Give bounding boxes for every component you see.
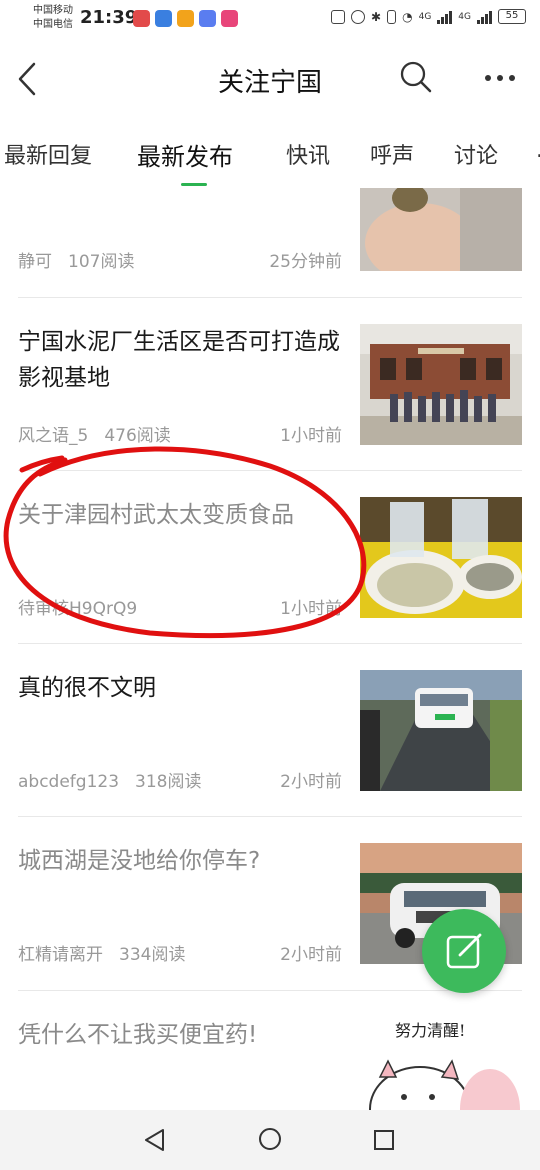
item-divider <box>18 297 522 298</box>
nfc-icon <box>331 9 346 24</box>
app-notification-icon <box>199 10 216 27</box>
search-icon <box>400 61 432 93</box>
tab-latest-reply[interactable]: 最新回复 <box>4 138 92 170</box>
carrier-labels: 中国移动 中国电信 <box>33 4 73 32</box>
category-tabs: 最新回复 最新发布 快讯 呼声 讨论 ... <box>0 128 540 188</box>
post-meta: 静可 107阅读 <box>18 247 150 272</box>
tab-overflow[interactable]: ... <box>536 138 540 163</box>
item-divider <box>18 816 522 817</box>
post-title: 关于津园村武太太变质食品 <box>18 502 294 528</box>
post-text: 真的很不文明 <box>18 670 348 706</box>
post-author: 静可 <box>18 252 52 272</box>
post-time: 25分钟前 <box>269 252 342 272</box>
status-bar: 中国移动 中国电信 21:39 ✱ ◔ 4G 4G 55 <box>0 0 540 40</box>
post-meta: 待审核H9QrQ9 <box>18 594 153 619</box>
system-icons: ✱ ◔ 4G 4G 55 <box>331 9 526 24</box>
post-author: 待审核H9QrQ9 <box>18 599 138 619</box>
active-tab-indicator <box>181 183 207 186</box>
post-author: 风之语_5 <box>18 426 89 446</box>
post-text: 宁国水泥厂生活区是否可打造成影视基地 <box>18 324 348 396</box>
carrier-1: 中国移动 <box>33 5 73 16</box>
page-title: 关注宁国 <box>217 68 322 98</box>
app-screen: 中国移动 中国电信 21:39 ✱ ◔ 4G 4G 55 关注宁国 最新回复 最… <box>0 0 540 1170</box>
post-title: 凭什么不让我买便宜药! <box>18 1022 258 1048</box>
post-reads: 476阅读 <box>104 426 171 446</box>
list-item[interactable]: 宁国水泥厂生活区是否可打造成影视基地 风之语_5 476阅读 1小时前 <box>18 324 522 454</box>
notification-icons <box>133 10 238 27</box>
list-item[interactable]: 真的很不文明 abcdefg123 318阅读 2小时前 <box>18 670 522 800</box>
post-text: 城西湖是没地给你停车? <box>18 843 348 879</box>
carrier-2: 中国电信 <box>33 19 73 30</box>
alarm-icon <box>351 9 366 24</box>
post-meta: 杠精请离开 334阅读 <box>18 940 201 965</box>
search-button[interactable] <box>399 60 433 94</box>
network-type-1: 4G <box>418 11 432 22</box>
nav-recent-apps-icon[interactable] <box>373 1129 395 1151</box>
tab-news-flash[interactable]: 快讯 <box>286 138 330 170</box>
bluetooth-icon: ✱ <box>371 9 382 24</box>
post-title: 城西湖是没地给你停车? <box>18 848 261 874</box>
tab-voices[interactable]: 呼声 <box>370 138 414 170</box>
signal-icon <box>477 10 492 24</box>
post-text: 凭什么不让我买便宜药! <box>18 1017 348 1053</box>
post-author: 杠精请离开 <box>18 945 103 965</box>
battery-icon: 55 <box>498 9 526 24</box>
list-item[interactable]: 关于津园村武太太变质食品 待审核H9QrQ9 1小时前 <box>18 497 522 627</box>
post-author: abcdefg123 <box>18 772 120 792</box>
signal-icon <box>437 10 453 24</box>
network-type-2: 4G <box>458 11 471 22</box>
post-time: 1小时前 <box>280 426 342 446</box>
post-text: 关于津园村武太太变质食品 <box>18 497 348 533</box>
post-thumbnail <box>360 188 522 271</box>
post-thumbnail <box>360 324 522 445</box>
tab-discussion[interactable]: 讨论 <box>454 138 498 170</box>
post-reads: 334阅读 <box>119 945 186 965</box>
vibrate-icon <box>387 9 397 24</box>
compose-post-button[interactable] <box>422 909 506 993</box>
post-title: 宁国水泥厂生活区是否可打造成影视基地 <box>18 329 340 391</box>
system-nav-bar <box>0 1110 540 1170</box>
post-title: 真的很不文明 <box>18 675 156 701</box>
post-thumbnail <box>360 497 522 618</box>
edit-icon <box>446 933 482 969</box>
list-item[interactable]: 凭什么不让我买便宜药! 努力清醒! <box>18 1017 522 1110</box>
post-thumbnail <box>360 670 522 791</box>
wifi-icon: ◔ <box>402 9 413 24</box>
top-app-bar: 关注宁国 <box>0 50 540 110</box>
post-reads: 107阅读 <box>68 252 135 272</box>
post-meta: abcdefg123 318阅读 <box>18 767 217 792</box>
tab-latest-post[interactable]: 最新发布 <box>137 137 233 172</box>
app-notification-icon <box>155 10 172 27</box>
more-options-button[interactable] <box>482 64 518 92</box>
status-time: 21:39 <box>80 7 138 28</box>
item-divider <box>18 643 522 644</box>
app-notification-icon <box>133 10 150 27</box>
sticker-text: 努力清醒! <box>395 1021 466 1040</box>
app-notification-icon <box>177 10 194 27</box>
more-dots-icon <box>485 75 515 81</box>
post-time: 2小时前 <box>280 772 342 792</box>
post-meta: 风之语_5 476阅读 <box>18 421 187 446</box>
post-time: 2小时前 <box>280 945 342 965</box>
nav-back-icon[interactable] <box>143 1128 167 1152</box>
list-item[interactable]: 静可 107阅读 25分钟前 <box>18 188 522 278</box>
nav-home-icon[interactable] <box>258 1127 282 1151</box>
item-divider <box>18 470 522 471</box>
post-time: 1小时前 <box>280 599 342 619</box>
app-notification-icon <box>221 10 238 27</box>
post-reads: 318阅读 <box>135 772 202 792</box>
